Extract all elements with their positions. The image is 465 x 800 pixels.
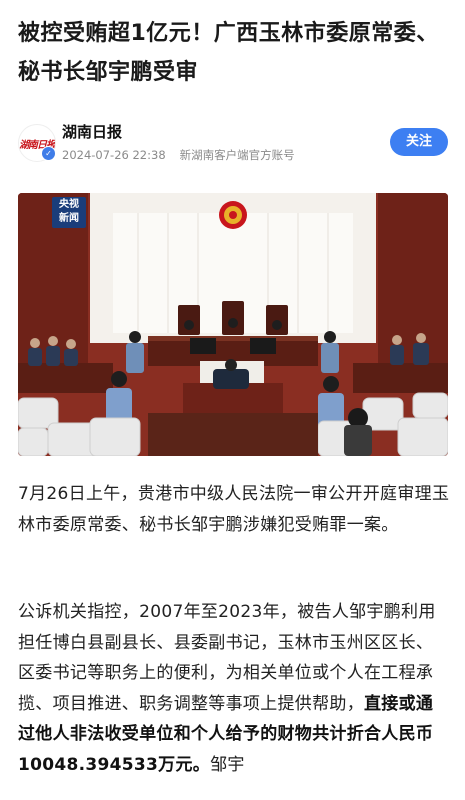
badge-line-1: 央视 bbox=[59, 199, 79, 210]
article-photo[interactable]: 央视 新闻 bbox=[18, 193, 448, 456]
article-title: 被控受贿超1亿元！广西玉林市委原常委、秘书长邹宇鹏受审 bbox=[18, 21, 439, 85]
article-paragraph-2: 公诉机关指控，2007年至2023年，被告人邹宇鹏利用担任博白县副县长、县委副书… bbox=[18, 597, 450, 780]
badge-line-2: 新闻 bbox=[59, 213, 79, 224]
paragraph-2-tail: 邹宇 bbox=[210, 754, 245, 775]
follow-button[interactable]: 关注 bbox=[390, 128, 448, 156]
author-source: 新湖南客户端官方账号 bbox=[179, 148, 295, 162]
article-paragraph-1: 7月26日上午，贵港市中级人民法院一审公开开庭审理玉林市委原常委、秘书长邹宇鹏涉… bbox=[18, 484, 450, 535]
courtroom-image bbox=[18, 193, 448, 456]
cctv-news-badge: 央视 新闻 bbox=[52, 197, 86, 228]
author-row: 湖南日报 ✓ 湖南日报 2024-07-26 22:38 新湖南客户端官方账号 关… bbox=[18, 122, 448, 168]
publish-date: 2024-07-26 22:38 bbox=[62, 148, 166, 162]
author-name[interactable]: 湖南日报 bbox=[62, 122, 122, 142]
author-meta: 2024-07-26 22:38 新湖南客户端官方账号 bbox=[62, 147, 295, 163]
verified-icon: ✓ bbox=[41, 146, 56, 161]
